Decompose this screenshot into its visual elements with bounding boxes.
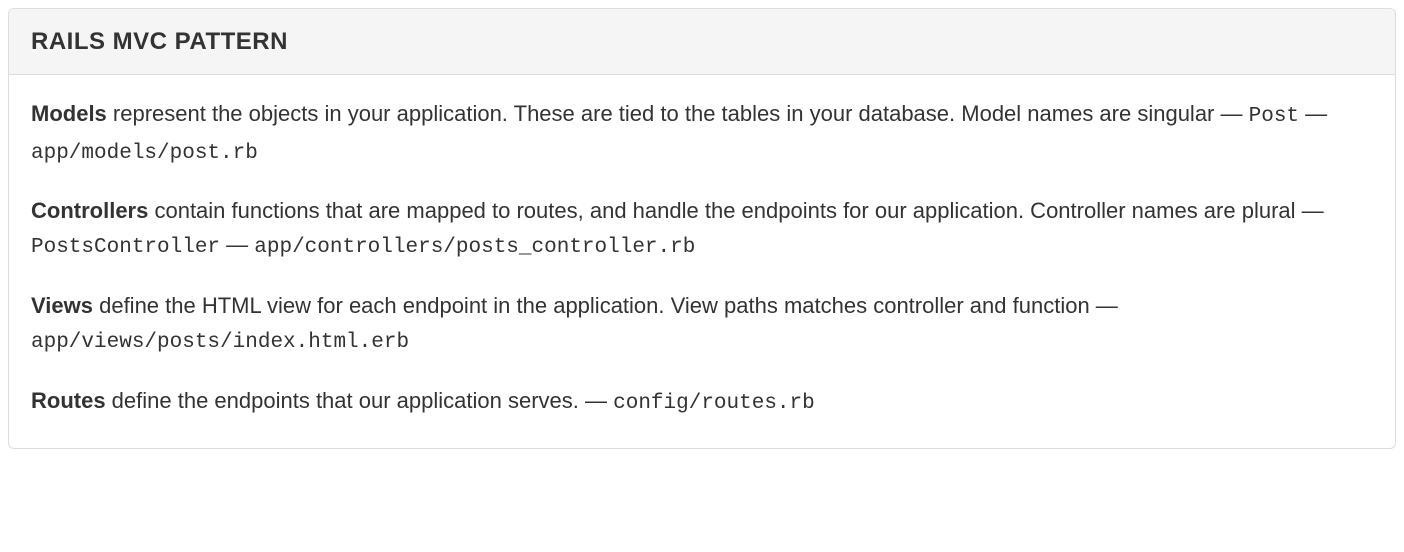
code-snippet: config/routes.rb — [613, 392, 815, 415]
section-models: Models represent the objects in your app… — [31, 97, 1373, 170]
code-snippet: app/views/posts/index.html.erb — [31, 331, 409, 354]
section-desc: define the HTML view for each endpoint i… — [93, 293, 1118, 318]
panel-header: RAILS MVC PATTERN — [9, 9, 1395, 75]
separator: — — [1299, 101, 1327, 126]
panel-title: RAILS MVC PATTERN — [31, 23, 1373, 60]
info-panel: RAILS MVC PATTERN Models represent the o… — [8, 8, 1396, 449]
code-snippet: app/controllers/posts_controller.rb — [254, 236, 695, 259]
separator: — — [220, 232, 254, 257]
section-controllers: Controllers contain functions that are m… — [31, 194, 1373, 265]
section-views: Views define the HTML view for each endp… — [31, 289, 1373, 360]
section-label: Controllers — [31, 198, 148, 223]
section-label: Routes — [31, 388, 106, 413]
code-snippet: Post — [1249, 105, 1299, 128]
section-routes: Routes define the endpoints that our app… — [31, 384, 1373, 421]
section-desc: represent the objects in your applicatio… — [107, 101, 1249, 126]
panel-body: Models represent the objects in your app… — [9, 75, 1395, 448]
section-desc: define the endpoints that our applicatio… — [106, 388, 614, 413]
code-snippet: PostsController — [31, 236, 220, 259]
section-label: Models — [31, 101, 107, 126]
section-desc: contain functions that are mapped to rou… — [148, 198, 1323, 223]
section-label: Views — [31, 293, 93, 318]
code-snippet: app/models/post.rb — [31, 142, 258, 165]
